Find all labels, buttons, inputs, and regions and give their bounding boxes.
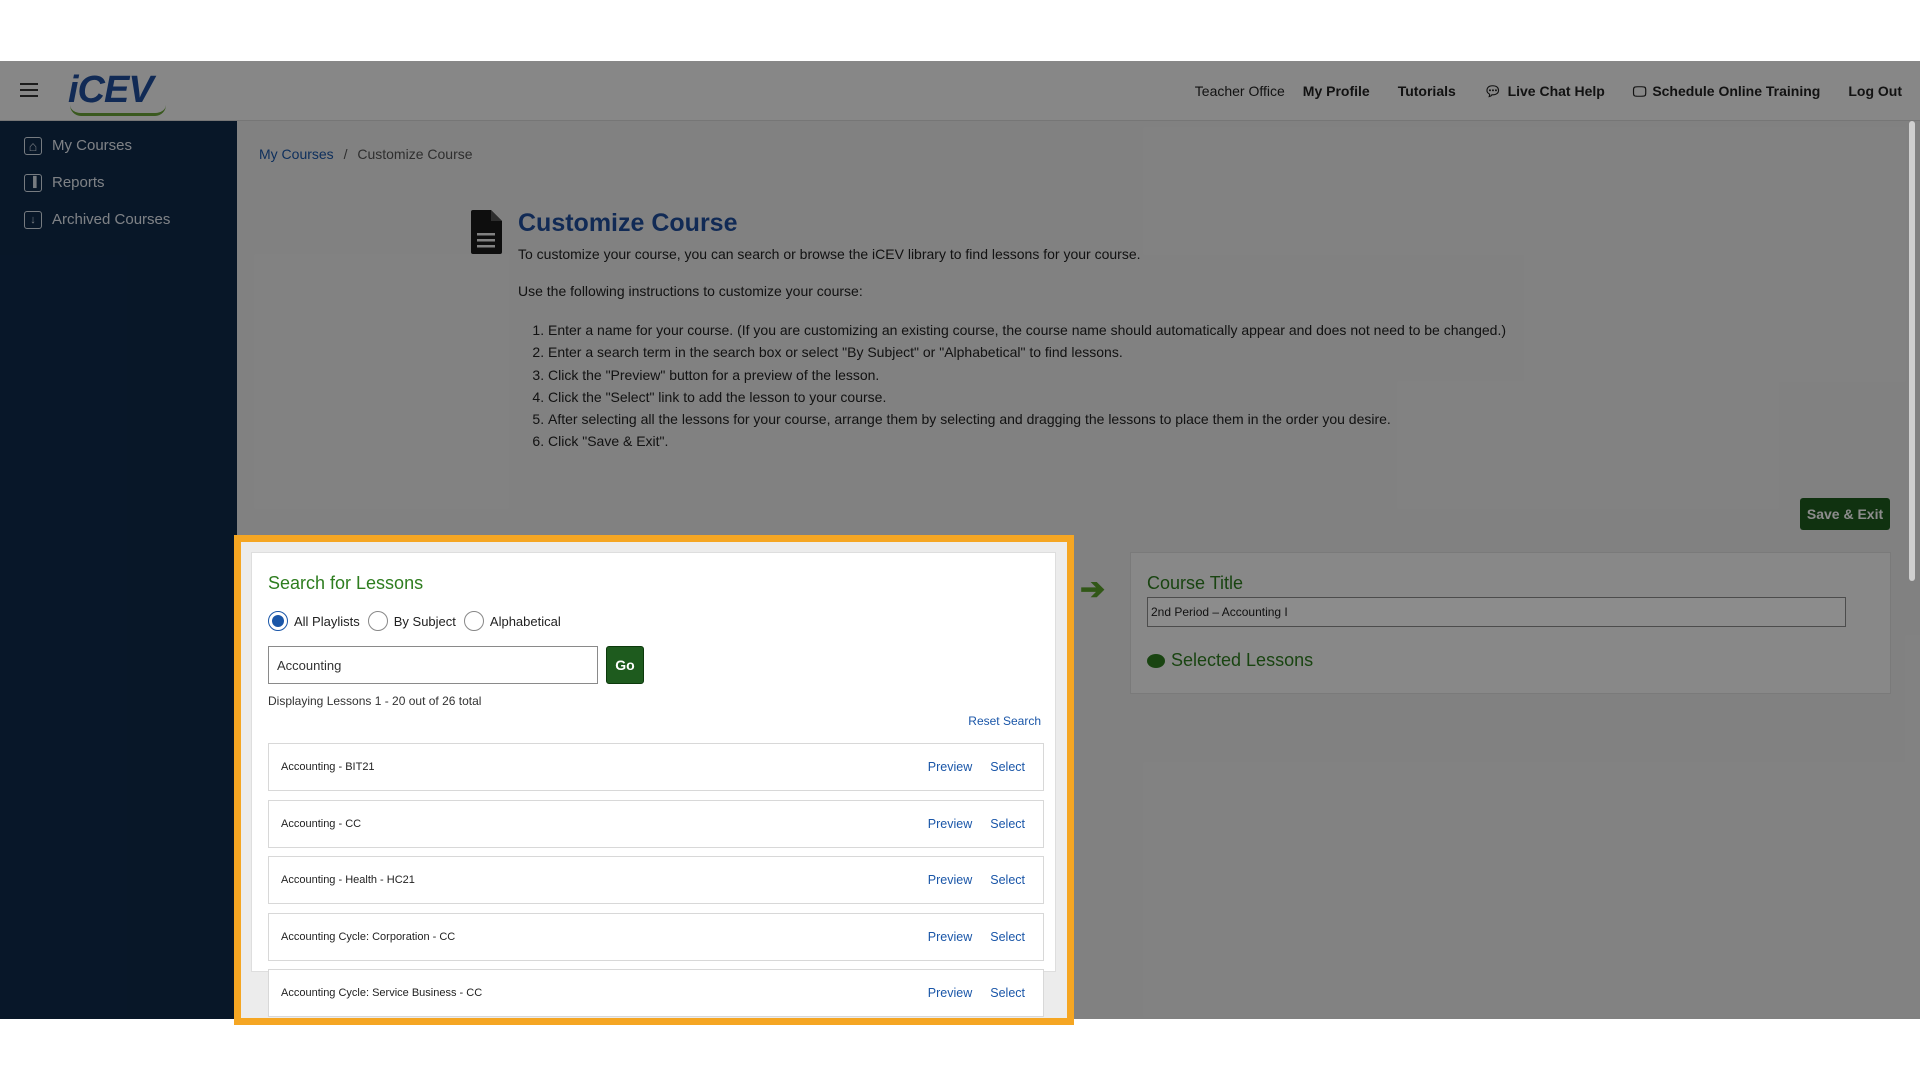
home-icon: ⌂ bbox=[24, 136, 42, 155]
instruction-step: After selecting all the lessons for your… bbox=[548, 408, 1506, 430]
sidebar-item-label: My Courses bbox=[52, 137, 133, 154]
top-bar: iCEV Teacher Office My Profile Tutorials… bbox=[0, 61, 1920, 121]
highlight-frame bbox=[234, 535, 1074, 1025]
laptop-icon: 🖵︎ bbox=[1632, 82, 1647, 99]
sidebar-item-archived-courses[interactable]: ↓ Archived Courses bbox=[0, 201, 237, 238]
live-chat-link[interactable]: 💬︎ Live Chat Help bbox=[1484, 83, 1605, 100]
hamburger-menu-icon[interactable] bbox=[20, 83, 38, 97]
arrow-right-icon: ➔ bbox=[1080, 573, 1106, 606]
instruction-step: Click the "Preview" button for a preview… bbox=[548, 364, 1506, 386]
top-nav: Teacher Office My Profile Tutorials 💬︎ Li… bbox=[1195, 61, 1902, 121]
breadcrumb-separator: / bbox=[343, 146, 348, 162]
instructions-intro: Use the following instructions to custom… bbox=[518, 283, 863, 299]
selected-lessons-heading: Selected Lessons bbox=[1147, 650, 1313, 671]
selected-lessons-label: Selected Lessons bbox=[1171, 650, 1314, 670]
course-panel: Course Title Selected Lessons bbox=[1130, 552, 1891, 694]
course-title-input[interactable] bbox=[1147, 597, 1846, 627]
page-scrollbar[interactable] bbox=[1909, 121, 1915, 581]
sidebar-item-label: Reports bbox=[52, 174, 105, 191]
instruction-step: Enter a name for your course. (If you ar… bbox=[548, 319, 1506, 341]
document-icon bbox=[471, 210, 502, 254]
breadcrumb-my-courses[interactable]: My Courses bbox=[259, 146, 334, 162]
logout-link[interactable]: Log Out bbox=[1848, 83, 1902, 99]
teacher-office-link[interactable]: Teacher Office bbox=[1195, 83, 1285, 99]
breadcrumb-current: Customize Course bbox=[357, 146, 473, 162]
instruction-step: Click "Save & Exit". bbox=[548, 430, 1506, 452]
instruction-step: Enter a search term in the search box or… bbox=[548, 341, 1506, 363]
sidebar: ⌂ My Courses ▐ Reports ↓ Archived Course… bbox=[0, 121, 237, 1019]
instructions-list: Enter a name for your course. (If you ar… bbox=[518, 319, 1506, 453]
intro-text: To customize your course, you can search… bbox=[518, 246, 1141, 262]
sidebar-item-reports[interactable]: ▐ Reports bbox=[0, 164, 237, 201]
sidebar-item-my-courses[interactable]: ⌂ My Courses bbox=[0, 127, 237, 164]
chat-bubbles-icon: 💬︎ bbox=[1483, 82, 1502, 99]
sidebar-item-label: Archived Courses bbox=[52, 211, 171, 228]
breadcrumb: My Courses / Customize Course bbox=[259, 146, 473, 162]
tutorials-link[interactable]: Tutorials bbox=[1398, 83, 1456, 99]
save-exit-button[interactable]: Save & Exit bbox=[1800, 498, 1890, 530]
my-profile-link[interactable]: My Profile bbox=[1303, 83, 1370, 99]
archive-icon: ↓ bbox=[24, 210, 42, 229]
schedule-training-link[interactable]: 🖵︎ Schedule Online Training bbox=[1633, 83, 1821, 100]
instruction-step: Click the "Select" link to add the lesso… bbox=[548, 386, 1506, 408]
reports-icon: ▐ bbox=[24, 173, 42, 192]
comment-icon bbox=[1147, 653, 1165, 668]
course-title-label: Course Title bbox=[1147, 573, 1244, 593]
logo-swoosh bbox=[70, 105, 166, 116]
page-title: Customize Course bbox=[518, 209, 738, 237]
